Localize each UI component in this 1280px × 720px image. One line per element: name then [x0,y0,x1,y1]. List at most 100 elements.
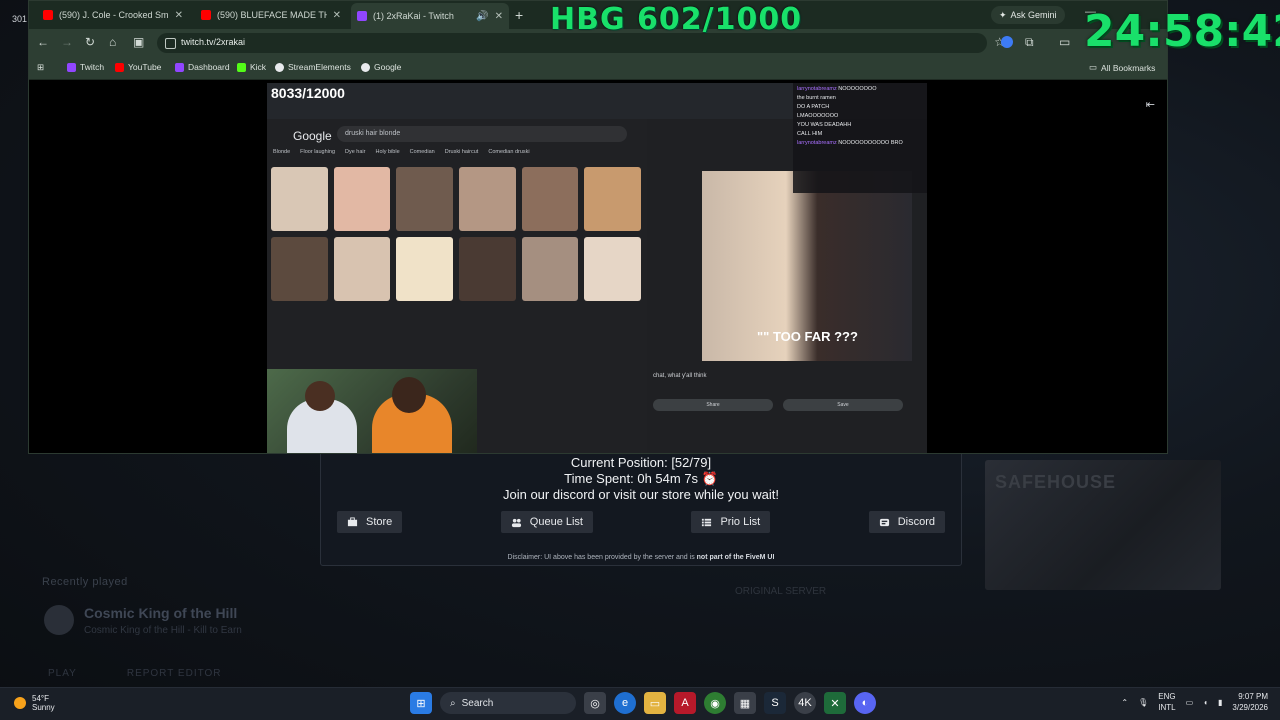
network-icon[interactable]: ▭ [1186,698,1194,707]
xbox-icon[interactable]: ✕ [824,692,846,714]
preview-description: chat, what y'all think [653,373,707,379]
chat-message: LMAOOOOOOO [797,112,923,121]
volume-icon[interactable]: ◖ [1203,698,1208,707]
streamer-webcam [267,369,477,453]
chevron-up-icon[interactable]: ⌃ [1121,698,1128,707]
bookmark-streamelements[interactable]: StreamElements [275,62,351,72]
edge-icon[interactable]: e [614,692,636,714]
twitch-icon [175,62,184,72]
streamelements-icon [275,62,284,72]
play-action[interactable]: PLAY [48,668,77,679]
all-bookmarks[interactable]: ▭ All Bookmarks [1089,62,1155,73]
extensions-puzzle-icon[interactable]: ⧉ [1025,35,1034,50]
bookmark-twitch[interactable]: Twitch [67,62,104,72]
weather-widget[interactable]: 54°F Sunny [14,694,55,712]
4k-app-icon[interactable]: 4K [794,692,816,714]
youtube-icon [43,10,53,20]
apps-icon[interactable]: ⊞ [37,62,44,73]
taskbar-search[interactable]: ⌕ Search [440,692,576,714]
taskbar-apps: ⊞ ⌕ Search ◎ e ▭ A ◉ ▦ S 4K ✕ ◐ [410,692,876,714]
collapse-icon[interactable]: ⇤ [1146,98,1155,111]
chip: Dye hair [345,149,366,155]
google-logo: Google [293,129,332,143]
report-editor-action[interactable]: REPORT EDITOR [127,668,222,679]
windows-start-icon[interactable]: ⊞ [410,692,432,714]
lang-secondary: INTL [1158,703,1176,712]
chip: Holy bible [375,149,400,155]
store-icon [347,516,358,526]
system-clock[interactable]: 9:07 PM 3/29/2026 [1232,691,1268,713]
list-icon [702,518,712,526]
twitch-icon [357,11,367,21]
disclaimer-text: Disclaimer: UI above has been provided b… [507,554,695,561]
task-view-icon[interactable]: ◎ [584,692,606,714]
tab-youtube-blueface[interactable]: (590) BLUEFACE MADE THE GIR ✕ [195,5,347,25]
chat-user: larrynotabreamz [797,86,837,92]
prio-list-button[interactable]: Prio List [691,511,771,533]
twitch-viewport: ⇤ 8033/12000 Google druski hair blonde B… [29,80,1167,453]
bookmark-youtube[interactable]: YouTube [115,62,161,72]
mid-list-title: ORIGINAL SERVER [735,586,827,597]
queue-time-spent: Time Spent: 0h 54m 7s ⏰ [564,471,718,486]
recent-server-card[interactable]: Cosmic King of the Hill Cosmic King of t… [38,596,418,644]
chat-text: the burnt ramen [797,95,836,101]
language-indicator[interactable]: ENG INTL [1158,691,1175,713]
cast-icon[interactable]: ▭ [1059,35,1070,49]
weather-condition: Sunny [32,703,55,712]
back-icon[interactable]: ← [37,35,49,49]
ask-gemini-button[interactable]: ✦ Ask Gemini [991,6,1065,24]
reload-icon[interactable]: ↻ [85,35,95,49]
site-info-icon[interactable] [165,38,176,49]
image-thumb [396,237,453,301]
chip: Druski haircut [444,149,479,155]
stream-video[interactable]: 8033/12000 Google druski hair blonde Blo… [267,83,927,453]
close-icon[interactable]: ✕ [175,10,183,21]
adobe-icon[interactable]: A [674,692,696,714]
store-button[interactable]: Store [337,511,403,533]
close-icon[interactable]: ✕ [333,10,341,21]
discord-button[interactable]: Discord [868,511,945,533]
bookmark-dashboard[interactable]: Dashboard [175,62,230,72]
microphone-icon[interactable]: 🎙 [1138,698,1148,707]
windows-taskbar: 54°F Sunny ⊞ ⌕ Search ◎ e ▭ A ◉ ▦ S 4K ✕… [0,687,1280,720]
extension-icon[interactable] [1001,36,1013,48]
chat-text: CALL HIM [797,131,823,137]
chip: Comedian [409,149,435,155]
image-thumb [271,167,328,231]
home-icon[interactable]: ⌂ [109,35,116,49]
bookmark-label: Kick [250,62,267,72]
chip: Blonde [273,149,291,155]
steam-icon[interactable]: S [764,692,786,714]
system-tray: ⌃ 🎙 ENG INTL ▭ ◖ ▮ 9:07 PM 3/29/2026 [1121,691,1268,713]
disclaimer-bold: not part of the FiveM UI [696,554,775,561]
tab-twitch-2xrakai[interactable]: (1) 2xRaKai - Twitch 🔊 ✕ [351,3,509,29]
streamer-taskbar [477,443,647,453]
forward-icon[interactable]: → [61,35,73,49]
tab-youtube-jcole[interactable]: (590) J. Cole - Crooked Sm ✕ [37,5,189,25]
discord-button-label: Discord [897,516,935,528]
chat-user: larrynotabreamz [797,140,837,146]
bookmark-google[interactable]: Google [361,62,401,72]
bookmark-label: Twitch [80,62,105,72]
chat-message: DO A PATCH [797,103,923,112]
stream-chat-overlay: larrynotabreamz NOOOOOOOO the burnt rame… [793,83,927,193]
bookmark-kick[interactable]: Kick [237,62,266,72]
queue-list-button[interactable]: Queue List [500,511,593,533]
speaker-icon[interactable]: 🔊 [476,11,488,22]
queue-list-button-label: Queue List [529,516,583,528]
new-tab-button[interactable]: + [515,7,523,23]
chrome-icon[interactable]: ◉ [704,692,726,714]
image-thumb [459,237,516,301]
close-icon[interactable]: ✕ [495,11,503,22]
discord-icon [879,518,889,526]
search-icon: ⌕ [450,697,456,709]
sidepanel-icon[interactable]: ▣ [133,35,144,49]
image-thumb [459,167,516,231]
taskbar-search-label: Search [461,697,494,709]
file-explorer-icon[interactable]: ▭ [644,692,666,714]
discord-taskbar-icon[interactable]: ◐ [854,692,876,714]
app-icon[interactable]: ▦ [734,692,756,714]
battery-icon[interactable]: ▮ [1218,698,1222,707]
chat-message: YOU WAS DEADAHH [797,121,923,130]
search-chips: Blonde Floor laughing Dye hair Holy bibl… [273,149,647,161]
